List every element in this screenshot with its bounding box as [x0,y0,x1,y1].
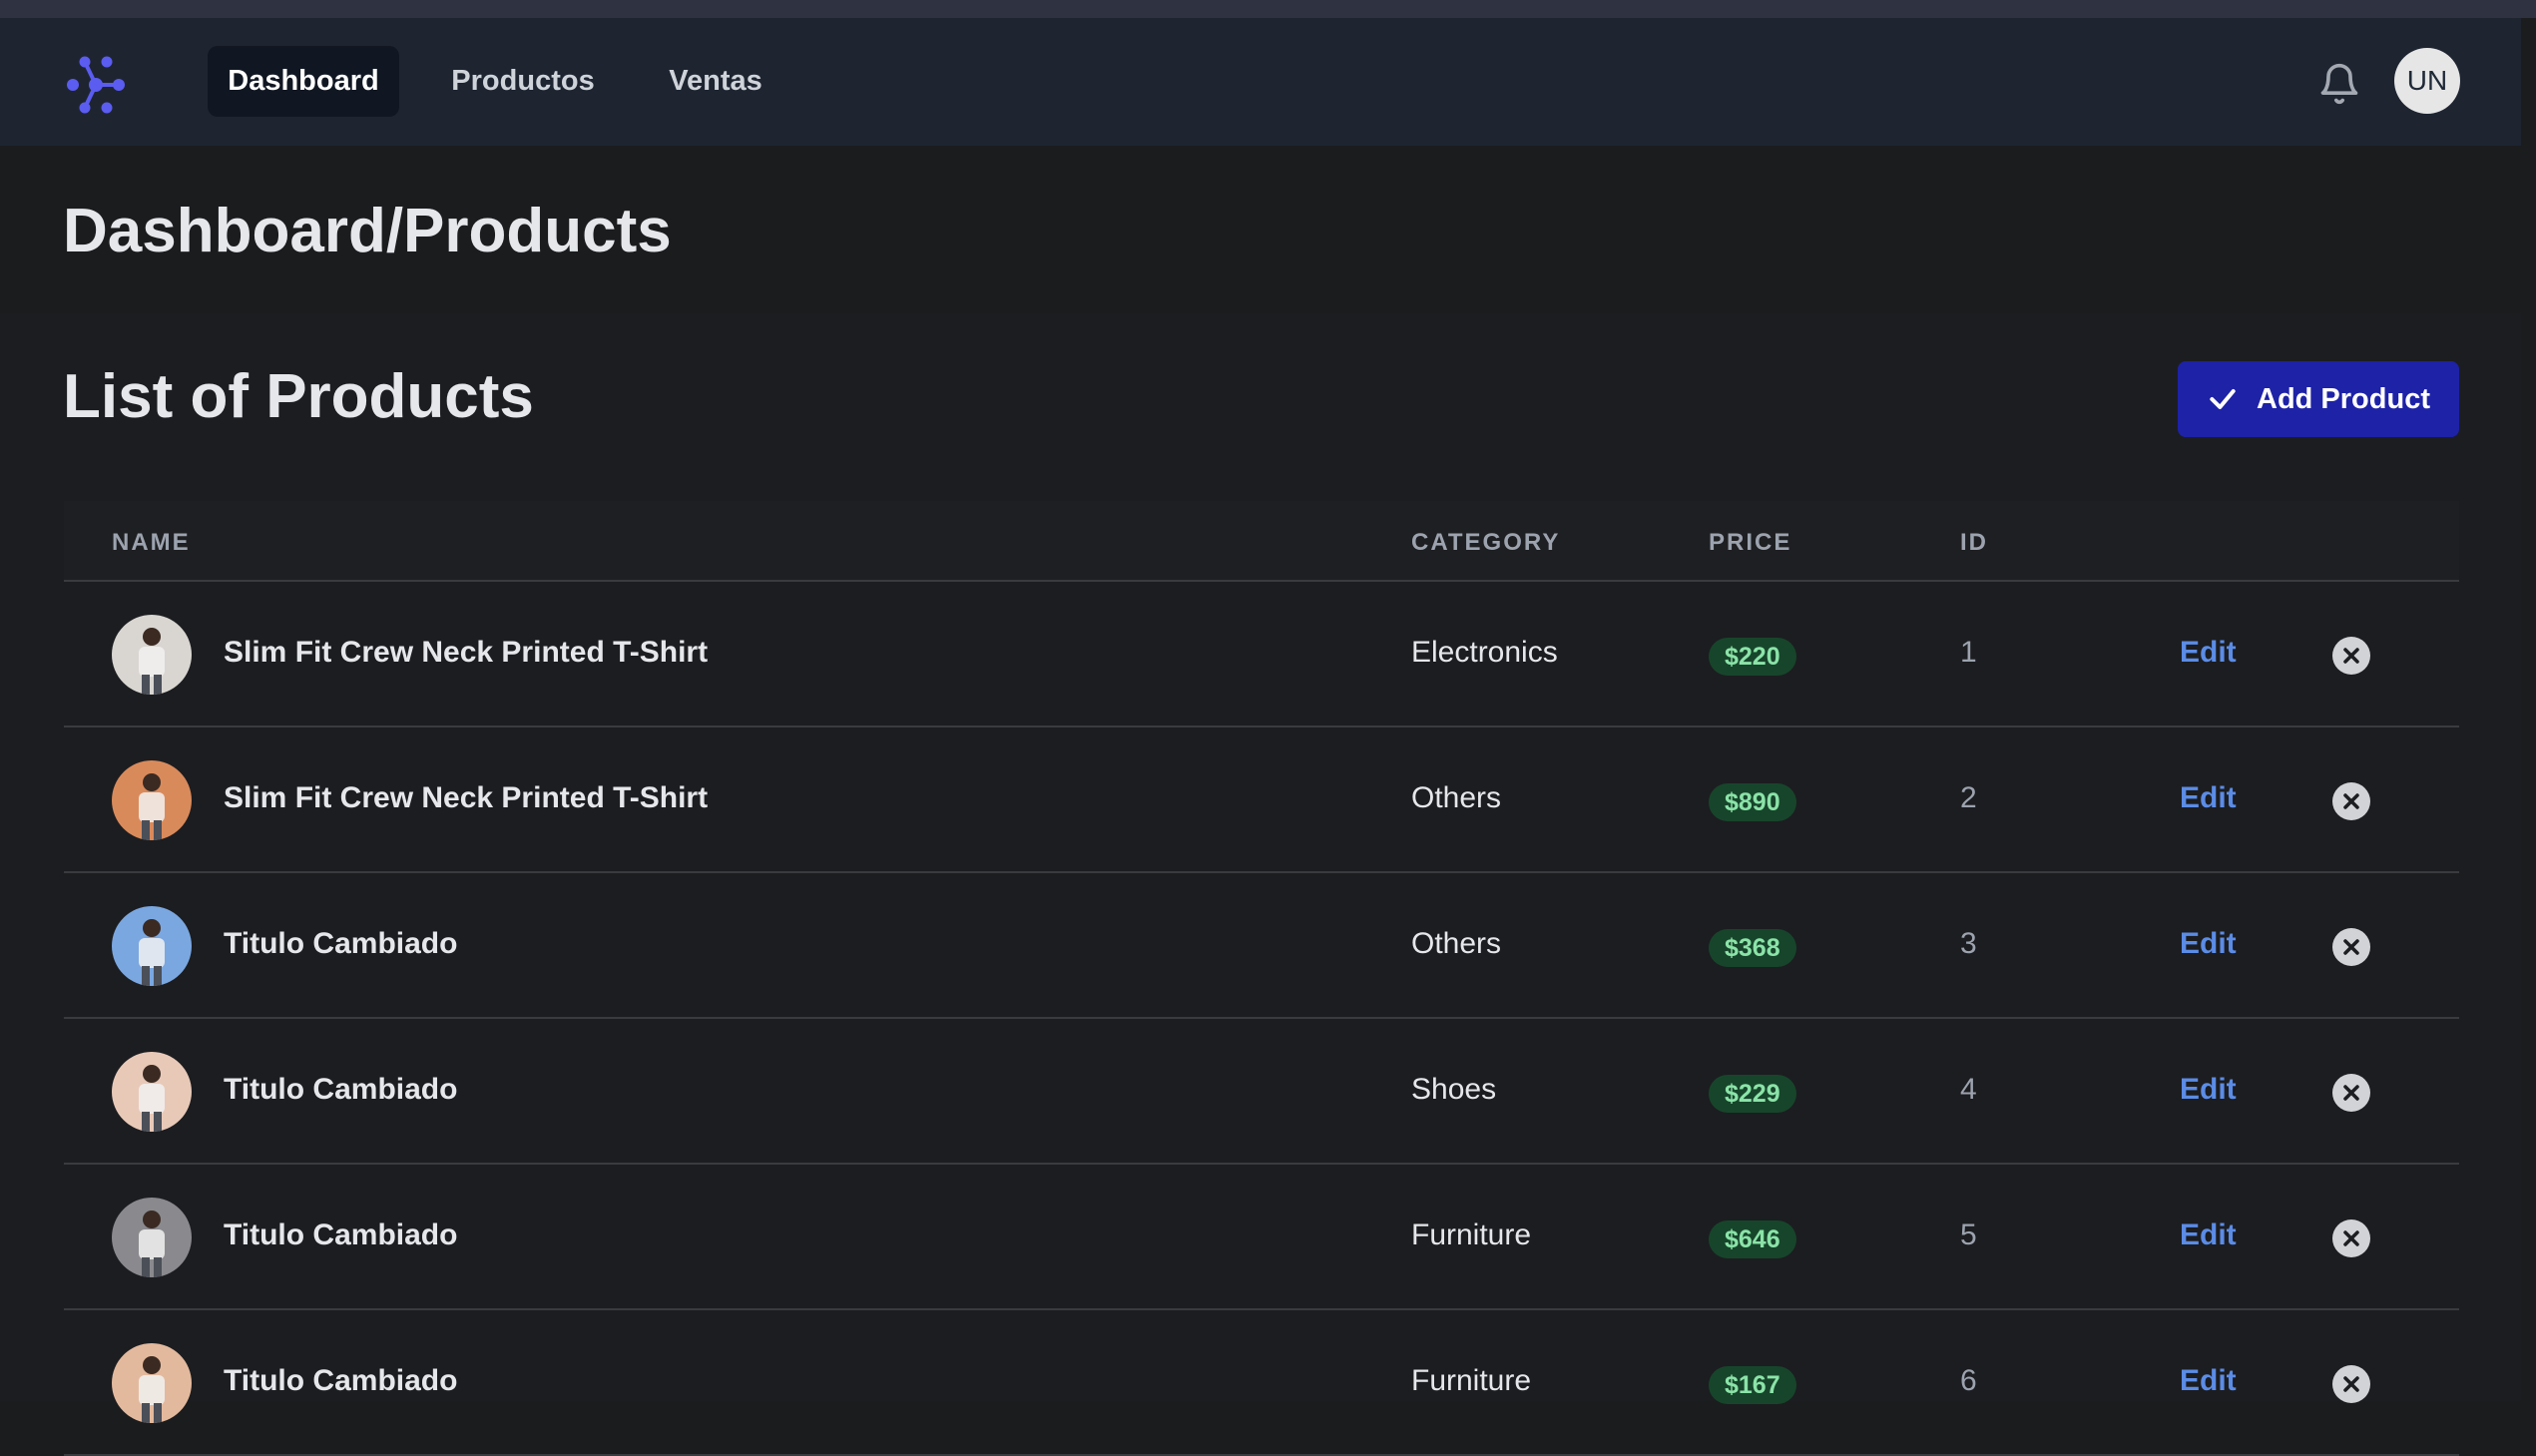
add-product-label: Add Product [2257,382,2430,415]
product-id: 2 [1960,781,1977,814]
header-name: NAME [112,529,191,556]
product-name: Slim Fit Crew Neck Printed T-Shirt [224,781,709,814]
close-circle-icon[interactable] [2332,1219,2370,1257]
table-row: Titulo Cambiado Others $368 3 Edit [64,873,2459,1019]
product-id: 6 [1960,1364,1977,1397]
edit-link[interactable]: Edit [2180,636,2237,670]
product-thumbnail [112,906,192,986]
product-thumbnail [112,1052,192,1132]
price-badge: $229 [1709,1075,1796,1113]
header-price: PRICE [1709,529,1792,556]
header-id: ID [1960,529,1988,556]
check-icon [2210,389,2236,409]
product-name: Titulo Cambiado [224,927,458,960]
add-product-button[interactable]: Add Product [2178,361,2459,437]
product-thumbnail [112,1198,192,1277]
product-id: 1 [1960,636,1977,669]
edit-link[interactable]: Edit [2180,1073,2237,1107]
bell-icon[interactable] [2317,60,2361,108]
window-top-strip [0,0,2536,18]
price-badge: $220 [1709,638,1796,676]
nav-ventas[interactable]: Ventas [651,46,780,117]
table-row: Slim Fit Crew Neck Printed T-Shirt Other… [64,728,2459,873]
product-id: 5 [1960,1218,1977,1251]
price-badge: $368 [1709,929,1796,967]
nav-productos[interactable]: Productos [431,46,615,117]
edit-link[interactable]: Edit [2180,927,2237,961]
product-name: Slim Fit Crew Neck Printed T-Shirt [224,636,709,669]
product-thumbnail [112,760,192,840]
nav-dashboard[interactable]: Dashboard [208,46,399,117]
product-name: Titulo Cambiado [224,1364,458,1397]
top-navbar: Dashboard Productos Ventas UN [0,18,2521,146]
table-row: Slim Fit Crew Neck Printed T-Shirt Elect… [64,582,2459,728]
product-thumbnail [112,1343,192,1423]
close-circle-icon[interactable] [2332,928,2370,966]
edit-link[interactable]: Edit [2180,1218,2237,1252]
price-badge: $646 [1709,1220,1796,1258]
molecule-logo-icon[interactable] [64,53,128,117]
product-category: Furniture [1411,1364,1532,1397]
products-table: NAME CATEGORY PRICE ID Slim Fit Crew Nec… [64,501,2459,1456]
list-title: List of Products [63,362,534,431]
edit-link[interactable]: Edit [2180,1364,2237,1398]
product-category: Furniture [1411,1218,1532,1251]
product-category: Others [1411,781,1502,814]
product-thumbnail [112,615,192,695]
table-header: NAME CATEGORY PRICE ID [64,501,2459,582]
product-category: Shoes [1411,1073,1497,1106]
table-row: Titulo Cambiado Shoes $229 4 Edit [64,1019,2459,1165]
close-circle-icon[interactable] [2332,1365,2370,1403]
product-name: Titulo Cambiado [224,1073,458,1106]
edit-link[interactable]: Edit [2180,781,2237,815]
table-row: Titulo Cambiado Furniture $646 5 Edit [64,1165,2459,1310]
page-breadcrumb-title: Dashboard/Products [63,197,672,265]
header-category: CATEGORY [1411,529,1561,556]
table-body: Slim Fit Crew Neck Printed T-Shirt Elect… [64,582,2459,1456]
price-badge: $167 [1709,1366,1796,1404]
product-name: Titulo Cambiado [224,1218,458,1251]
user-avatar[interactable]: UN [2394,48,2460,114]
product-id: 3 [1960,927,1977,960]
product-id: 4 [1960,1073,1977,1106]
product-category: Others [1411,927,1502,960]
product-category: Electronics [1411,636,1558,669]
close-circle-icon[interactable] [2332,1074,2370,1112]
price-badge: $890 [1709,783,1796,821]
table-row: Titulo Cambiado Furniture $167 6 Edit [64,1310,2459,1456]
close-circle-icon[interactable] [2332,637,2370,675]
close-circle-icon[interactable] [2332,782,2370,820]
